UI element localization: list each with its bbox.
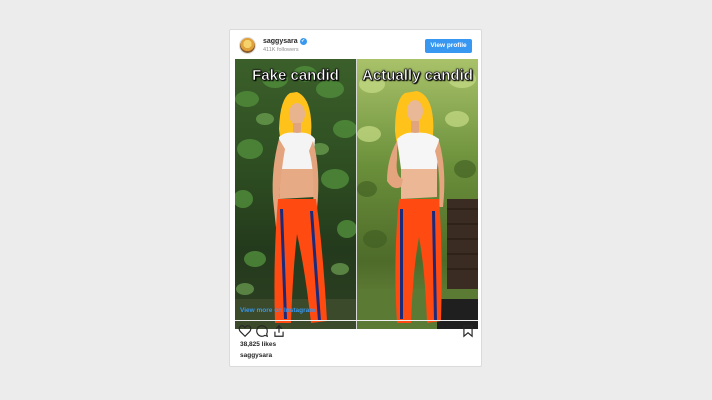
post-header: saggysara ✓ 411K followers View profile [230, 30, 481, 60]
comment-icon[interactable] [255, 324, 269, 338]
instagram-embed-card: saggysara✓ 411K followers View profile [229, 29, 482, 367]
fake-candid-photo: Fake candid [235, 59, 356, 329]
avatar[interactable] [239, 37, 256, 54]
caption-actually-candid: Actually candid [362, 67, 473, 85]
view-profile-button[interactable]: View profile [425, 39, 472, 53]
share-icon[interactable] [272, 324, 286, 338]
likes-count[interactable]: 38,825 likes [240, 341, 276, 348]
view-more-link[interactable]: View more on Instagram [240, 307, 315, 314]
heart-icon[interactable] [238, 324, 252, 338]
post-image[interactable]: Fake candid Actually candid [235, 59, 478, 329]
follower-count: 411K followers [263, 47, 299, 53]
actually-candid-illustration [357, 70, 478, 329]
username[interactable]: saggysara ✓ [263, 38, 307, 45]
verified-badge-icon: ✓ [299, 38, 307, 45]
fake-candid-illustration [235, 66, 356, 329]
caption-fake-candid: Fake candid [252, 67, 339, 85]
username-text: saggysara [263, 38, 298, 45]
bookmark-icon[interactable] [461, 324, 475, 338]
divider [235, 320, 478, 321]
caption-username[interactable]: saggysara [240, 352, 272, 359]
actually-candid-photo: Actually candid [357, 59, 478, 329]
